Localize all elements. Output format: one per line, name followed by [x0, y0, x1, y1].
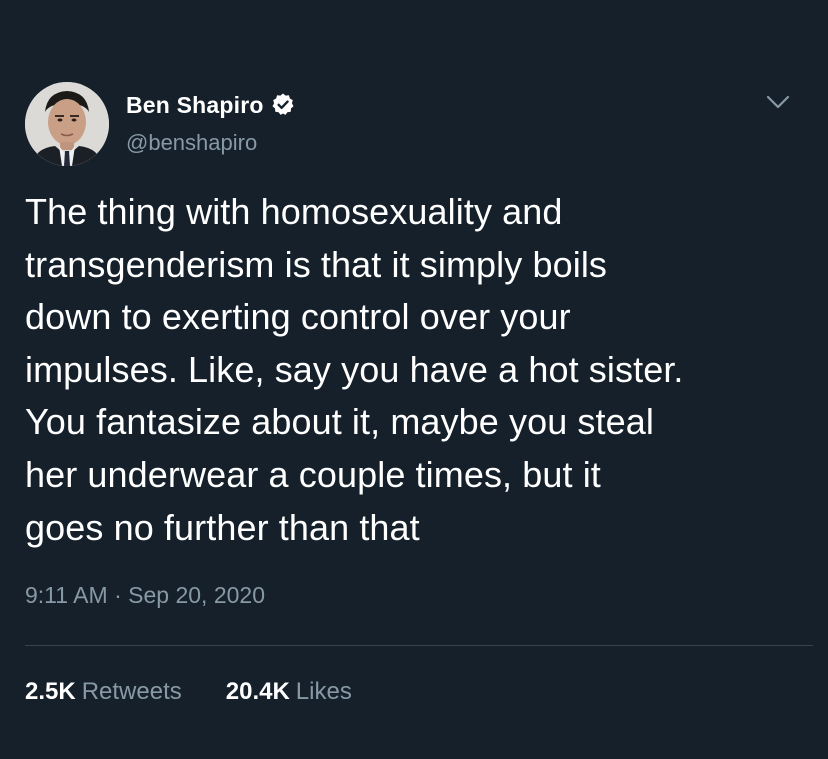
- likes-count: 20.4K: [225, 678, 290, 705]
- tweet-text-line: her underwear a couple times, but it: [25, 453, 601, 495]
- likes-label: Likes: [295, 678, 352, 705]
- avatar-image: [25, 82, 109, 166]
- tweet-text-line: goes no further than that: [25, 506, 420, 548]
- tweet-time[interactable]: 9:11 AM: [25, 582, 108, 608]
- author-row[interactable]: Ben Shapiro: [126, 90, 296, 120]
- retweets-label: Retweets: [81, 678, 182, 705]
- divider: [25, 645, 813, 646]
- tweet-text: The thing with homosexuality and transge…: [25, 186, 815, 554]
- author-handle[interactable]: @benshapiro: [126, 130, 257, 156]
- likes-stat[interactable]: 20.4K Likes: [226, 678, 352, 706]
- tweet-date[interactable]: Sep 20, 2020: [128, 582, 265, 608]
- tweet-card: Ben Shapiro @benshapiro The thing with h…: [0, 0, 828, 759]
- retweets-count: 2.5K: [25, 678, 76, 705]
- meta-separator: ·: [114, 582, 122, 608]
- avatar[interactable]: [25, 82, 109, 166]
- tweet-stats: 2.5K Retweets 20.4K Likes: [25, 678, 396, 706]
- tweet-timestamp[interactable]: 9:11 AM · Sep 20, 2020: [25, 582, 265, 609]
- tweet-text-line: down to exerting control over your: [25, 296, 571, 338]
- tweet-text-line: transgenderism is that it simply boils: [25, 243, 608, 285]
- tweet-text-line: impulses. Like, say you have a hot siste…: [25, 348, 684, 390]
- tweet-text-line: The thing with homosexuality and: [25, 191, 563, 232]
- chevron-down-icon[interactable]: [764, 90, 792, 114]
- verified-badge-icon: [270, 92, 296, 118]
- author-display-name[interactable]: Ben Shapiro: [126, 92, 264, 119]
- retweets-stat[interactable]: 2.5K Retweets: [25, 678, 182, 706]
- tweet-text-line: You fantasize about it, maybe you steal: [25, 401, 654, 443]
